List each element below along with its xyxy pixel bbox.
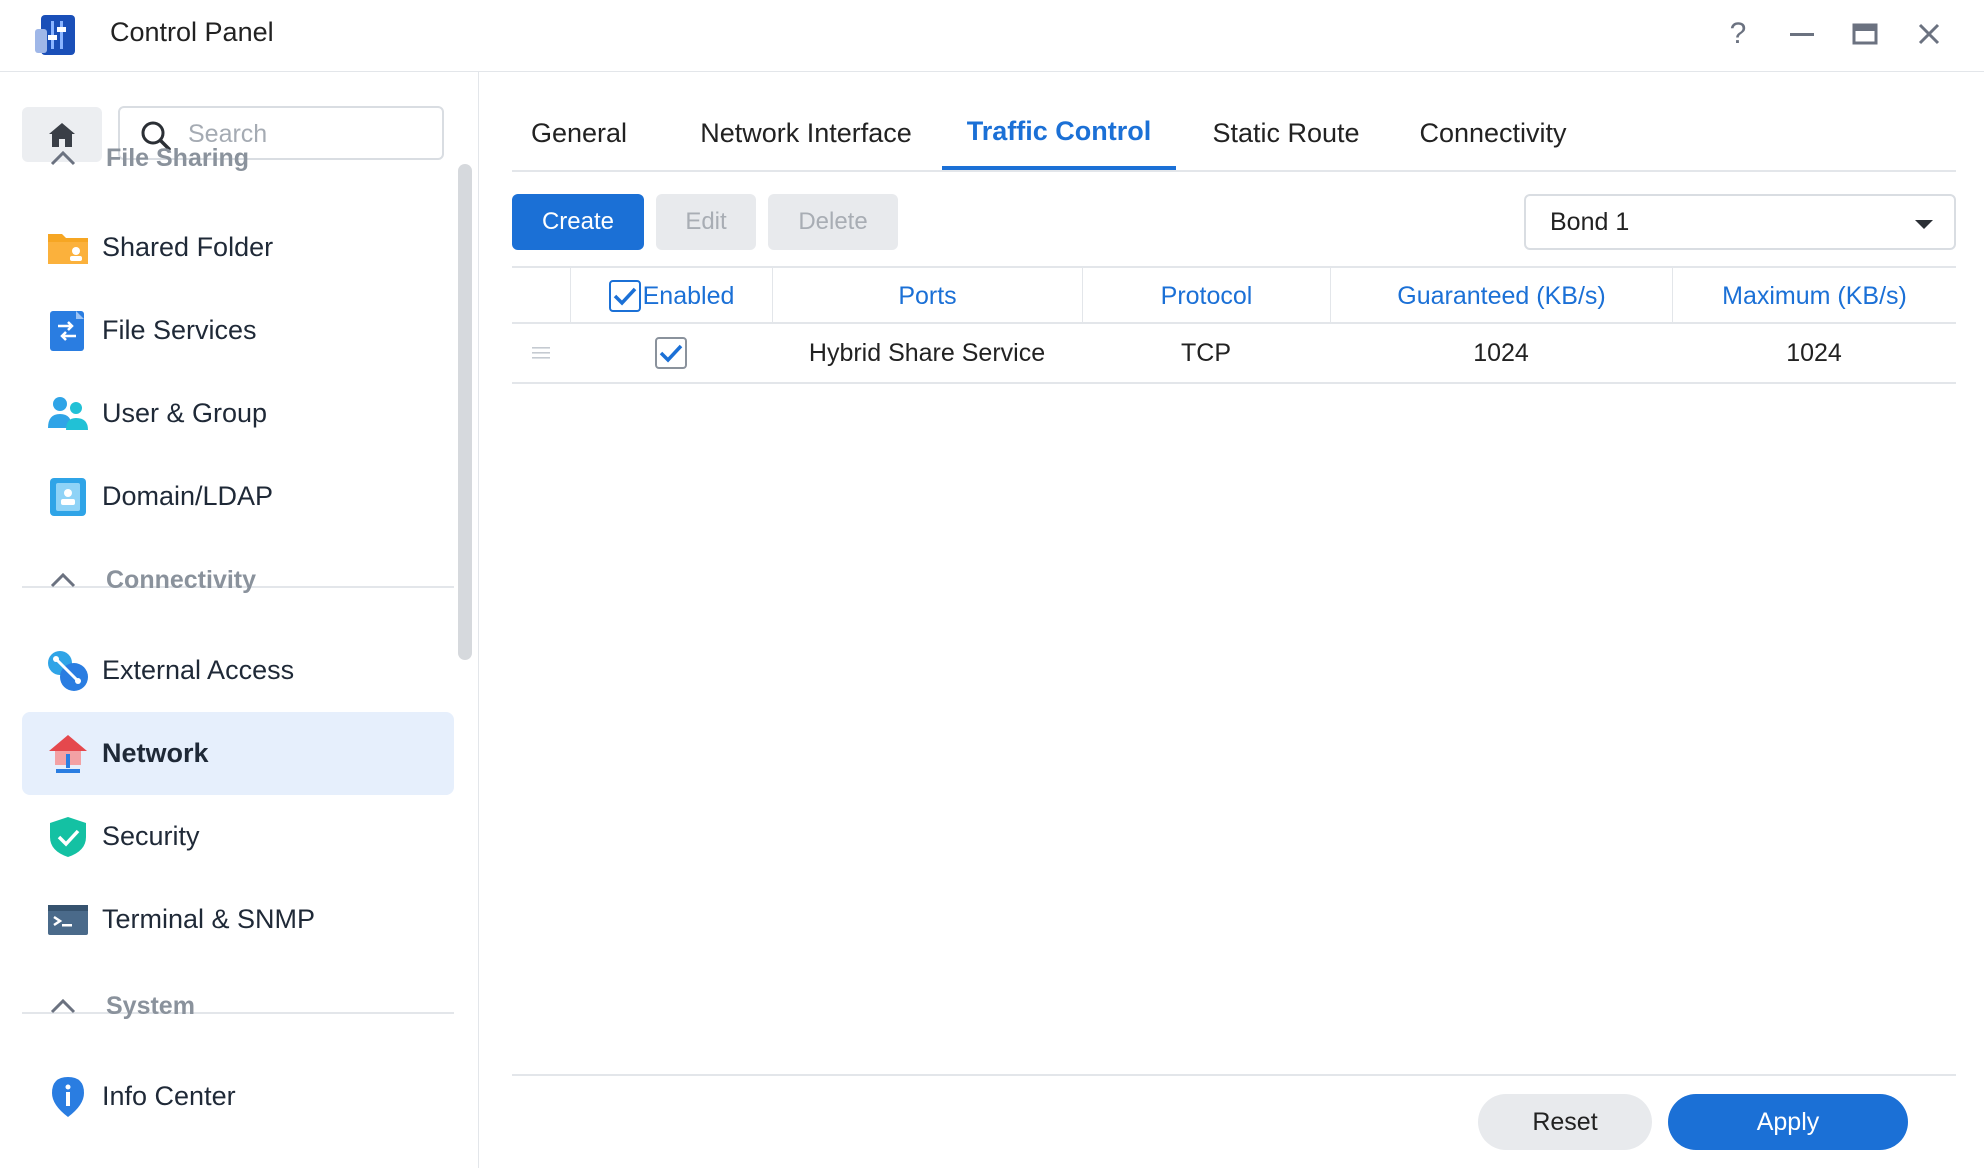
network-icon xyxy=(46,732,90,776)
sidebar: File Sharing Shared Folder File Services… xyxy=(0,72,479,1168)
column-enabled[interactable]: Enabled xyxy=(570,268,772,324)
maximize-icon[interactable] xyxy=(1843,14,1887,54)
tab-network-interface[interactable]: Network Interface xyxy=(658,96,954,170)
protocol-cell: TCP xyxy=(1181,338,1231,367)
close-icon[interactable] xyxy=(1907,14,1951,54)
tab-static-route[interactable]: Static Route xyxy=(1188,96,1384,170)
sidebar-item-label: Info Center xyxy=(102,1081,236,1111)
sidebar-item-info-center[interactable]: Info Center xyxy=(22,1055,454,1138)
tab-traffic-control[interactable]: Traffic Control xyxy=(942,96,1176,170)
sidebar-item-label: Shared Folder xyxy=(102,232,274,262)
group-system[interactable]: System xyxy=(22,976,452,1036)
column-ports[interactable]: Ports xyxy=(772,268,1082,324)
sidebar-item-label: Terminal & SNMP xyxy=(102,904,316,934)
sidebar-item-terminal-snmp[interactable]: Terminal & SNMP xyxy=(22,878,454,961)
column-label: Enabled xyxy=(642,281,735,310)
delete-button[interactable]: Delete xyxy=(768,194,898,250)
group-connectivity[interactable]: Connectivity xyxy=(22,550,452,610)
terminal-icon xyxy=(46,898,90,942)
minimize-icon[interactable] xyxy=(1780,14,1824,54)
info-icon xyxy=(46,1075,90,1119)
checkmark-icon xyxy=(613,287,636,306)
group-label: File Sharing xyxy=(106,143,250,172)
domain-icon xyxy=(46,475,90,519)
caret-down-icon xyxy=(1914,218,1934,236)
sidebar-item-label: File Services xyxy=(102,315,257,345)
apply-button[interactable]: Apply xyxy=(1668,1094,1908,1150)
help-icon[interactable]: ? xyxy=(1716,14,1760,54)
title-bar: Control Panel ? xyxy=(0,0,1984,72)
folder-icon xyxy=(46,226,90,270)
table-header: Enabled Ports Protocol Guaranteed (KB/s)… xyxy=(512,266,1956,324)
column-maximum[interactable]: Maximum (KB/s) xyxy=(1672,268,1956,324)
shield-icon xyxy=(46,815,90,859)
create-button[interactable]: Create xyxy=(512,194,644,250)
sidebar-item-label: User & Group xyxy=(102,398,268,428)
column-protocol[interactable]: Protocol xyxy=(1082,268,1330,324)
sidebar-item-label: External Access xyxy=(102,655,295,685)
group-file-sharing[interactable]: File Sharing xyxy=(22,128,452,188)
guaranteed-cell: 1024 xyxy=(1473,338,1529,367)
sidebar-item-network[interactable]: Network xyxy=(22,712,454,795)
tab-connectivity[interactable]: Connectivity xyxy=(1398,96,1588,170)
help-glyph: ? xyxy=(1729,17,1747,50)
drag-handle-icon[interactable] xyxy=(512,324,570,382)
sidebar-item-domain-ldap[interactable]: Domain/LDAP xyxy=(22,455,454,538)
interface-select-value: Bond 1 xyxy=(1550,208,1630,236)
tab-bar: General Network Interface Traffic Contro… xyxy=(512,96,1956,172)
users-icon xyxy=(46,392,90,436)
column-guaranteed[interactable]: Guaranteed (KB/s) xyxy=(1330,268,1672,324)
table-row[interactable]: Hybrid Share Service TCP 1024 1024 xyxy=(512,324,1956,384)
group-label: Connectivity xyxy=(106,565,257,594)
enabled-cell xyxy=(570,324,772,382)
select-all-checkbox[interactable] xyxy=(608,280,641,312)
checkmark-icon xyxy=(659,344,683,363)
row-enabled-checkbox[interactable] xyxy=(655,337,687,369)
sidebar-item-label: Domain/LDAP xyxy=(102,481,274,511)
chevron-up-icon xyxy=(50,150,106,166)
external-access-icon xyxy=(46,649,90,693)
group-label: System xyxy=(106,991,195,1020)
sidebar-item-security[interactable]: Security xyxy=(22,795,454,878)
sidebar-item-label: Network xyxy=(102,738,209,768)
chevron-up-icon xyxy=(50,572,106,588)
edit-button[interactable]: Edit xyxy=(656,194,756,250)
ports-cell: Hybrid Share Service xyxy=(808,338,1046,367)
maximum-cell: 1024 xyxy=(1786,338,1842,367)
tab-general[interactable]: General xyxy=(512,96,646,170)
drag-column-header xyxy=(512,268,570,324)
sidebar-item-label: Security xyxy=(102,821,200,851)
window-title: Control Panel xyxy=(110,17,274,47)
control-panel-app-icon xyxy=(33,15,81,55)
interface-select[interactable]: Bond 1 xyxy=(1524,194,1956,250)
reset-button[interactable]: Reset xyxy=(1478,1094,1652,1150)
sidebar-item-shared-folder[interactable]: Shared Folder xyxy=(22,206,454,289)
sidebar-item-external-access[interactable]: External Access xyxy=(22,629,454,712)
footer-divider xyxy=(512,1074,1956,1076)
sidebar-item-file-services[interactable]: File Services xyxy=(22,289,454,372)
file-services-icon xyxy=(46,309,90,353)
sidebar-item-user-group[interactable]: User & Group xyxy=(22,372,454,455)
chevron-up-icon xyxy=(50,998,106,1014)
sidebar-scrollbar[interactable] xyxy=(458,164,472,660)
